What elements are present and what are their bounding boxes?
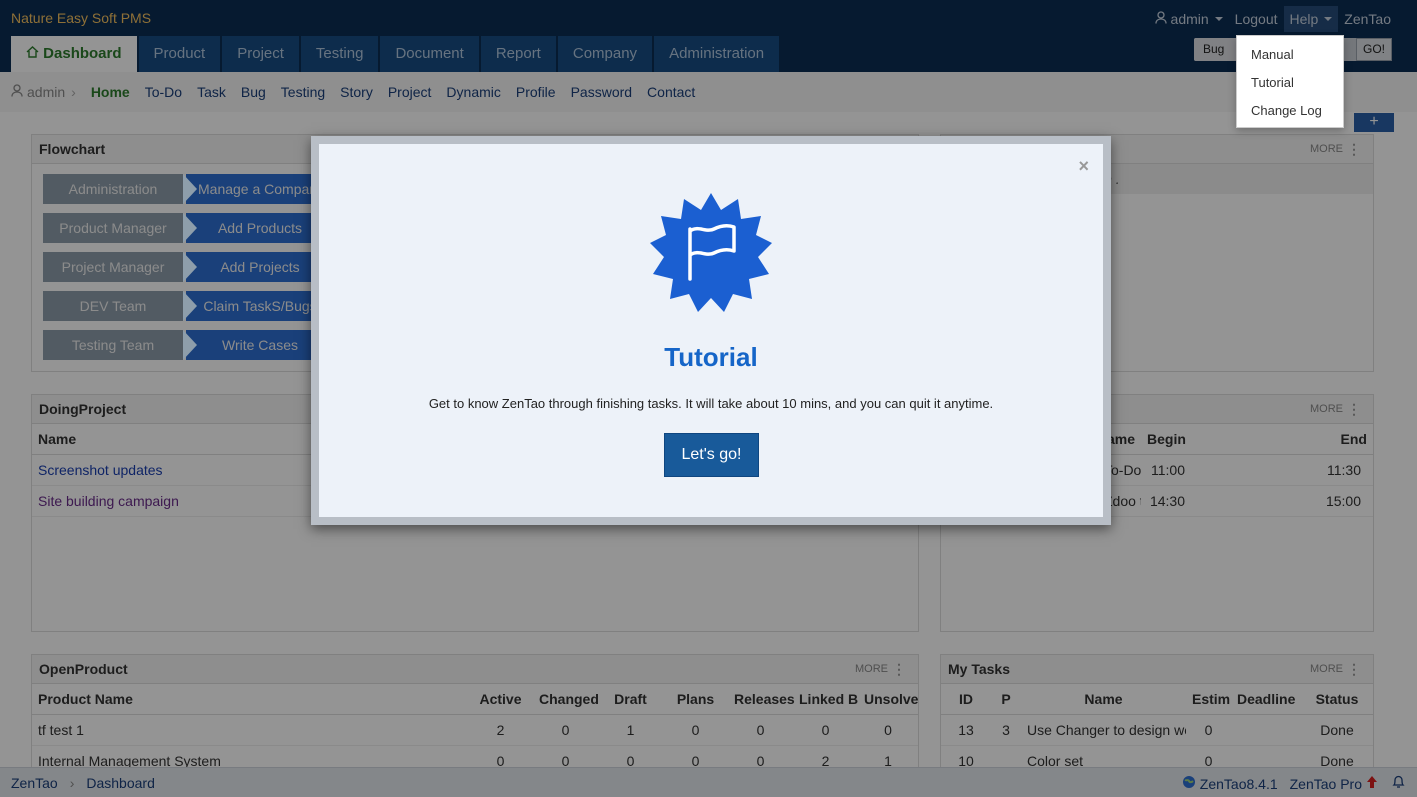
menu-item-manual[interactable]: Manual <box>1237 41 1343 69</box>
menu-item-changelog[interactable]: Change Log <box>1237 97 1343 125</box>
tutorial-modal: × Tutorial Get to know ZenTao through fi… <box>319 144 1103 517</box>
lets-go-button[interactable]: Let's go! <box>664 433 759 477</box>
modal-description: Get to know ZenTao through finishing tas… <box>428 396 994 411</box>
help-dropdown: Manual Tutorial Change Log <box>1236 35 1344 128</box>
modal-title: Tutorial <box>664 342 758 372</box>
close-icon[interactable]: × <box>1078 156 1089 177</box>
flag-badge-icon <box>648 191 774 317</box>
menu-item-tutorial[interactable]: Tutorial <box>1237 69 1343 97</box>
